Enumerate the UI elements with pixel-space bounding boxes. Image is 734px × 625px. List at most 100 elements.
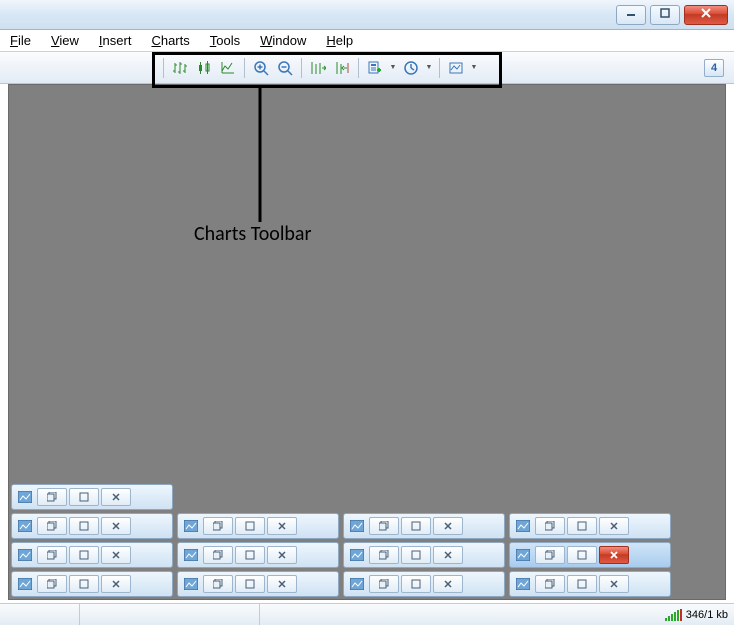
chart-window-icon <box>15 517 35 535</box>
minimized-chart-window[interactable] <box>177 571 339 597</box>
titlebar <box>0 0 734 30</box>
menu-charts[interactable]: Charts <box>151 33 189 48</box>
zoom-out-icon <box>277 60 293 76</box>
mini-maximize-button[interactable] <box>401 546 431 564</box>
chart-window-icon <box>181 546 201 564</box>
minimized-chart-window[interactable] <box>343 513 505 539</box>
close-icon <box>700 7 712 22</box>
mini-close-button[interactable] <box>599 546 629 564</box>
toolbar-right: 4 <box>704 59 724 77</box>
minimized-chart-window[interactable] <box>11 542 173 568</box>
templates-button[interactable] <box>445 57 467 79</box>
chart-window-icon <box>513 517 533 535</box>
minimized-chart-window[interactable] <box>11 513 173 539</box>
mini-maximize-button[interactable] <box>235 517 265 535</box>
menu-help[interactable]: Help <box>326 33 353 48</box>
mini-restore-button[interactable] <box>37 517 67 535</box>
mini-close-button[interactable] <box>101 488 131 506</box>
mini-close-button[interactable] <box>101 517 131 535</box>
minimized-chart-window[interactable] <box>177 542 339 568</box>
menu-view[interactable]: View <box>51 33 79 48</box>
periods-icon <box>403 60 419 76</box>
line-chart-button[interactable] <box>217 57 239 79</box>
mini-close-button[interactable] <box>101 546 131 564</box>
connection-status[interactable]: 346/1 kb <box>659 604 734 625</box>
mini-maximize-button[interactable] <box>69 488 99 506</box>
templates-icon <box>448 60 464 76</box>
chart-shift-button[interactable] <box>331 57 353 79</box>
notifications-badge[interactable]: 4 <box>704 59 724 77</box>
indicators-button[interactable] <box>364 57 386 79</box>
mini-restore-button[interactable] <box>535 517 565 535</box>
minimized-chart-window[interactable] <box>509 571 671 597</box>
mini-restore-button[interactable] <box>369 546 399 564</box>
indicators-dropdown[interactable]: ▼ <box>388 57 398 79</box>
minimized-chart-window[interactable] <box>343 542 505 568</box>
mini-maximize-button[interactable] <box>235 546 265 564</box>
zoom-out-button[interactable] <box>274 57 296 79</box>
mini-close-button[interactable] <box>599 575 629 593</box>
menu-window[interactable]: Window <box>260 33 306 48</box>
traffic-label: 346/1 kb <box>686 609 728 621</box>
mini-close-button[interactable] <box>267 575 297 593</box>
candlestick-button[interactable] <box>193 57 215 79</box>
mini-close-button[interactable] <box>433 575 463 593</box>
charts-toolbar: ▼ ▼ ▼ 4 <box>0 52 734 84</box>
minimized-chart-window[interactable] <box>177 513 339 539</box>
mini-restore-button[interactable] <box>535 575 565 593</box>
mini-restore-button[interactable] <box>37 575 67 593</box>
periods-dropdown[interactable]: ▼ <box>424 57 434 79</box>
auto-scroll-icon <box>310 60 326 76</box>
mini-maximize-button[interactable] <box>69 575 99 593</box>
bar-chart-button[interactable] <box>169 57 191 79</box>
indicators-icon <box>367 60 383 76</box>
minimized-chart-window[interactable] <box>11 484 173 510</box>
chart-window-icon <box>181 575 201 593</box>
mini-close-button[interactable] <box>433 546 463 564</box>
chart-window-icon <box>347 546 367 564</box>
mini-maximize-button[interactable] <box>69 546 99 564</box>
minimized-chart-window-active[interactable] <box>509 542 671 568</box>
window-controls <box>616 5 728 25</box>
menu-insert[interactable]: Insert <box>99 33 132 48</box>
mini-maximize-button[interactable] <box>567 546 597 564</box>
maximize-button[interactable] <box>650 5 680 25</box>
mini-maximize-button[interactable] <box>69 517 99 535</box>
mini-close-button[interactable] <box>599 517 629 535</box>
menu-tools[interactable]: Tools <box>210 33 240 48</box>
chart-window-icon <box>15 546 35 564</box>
mini-maximize-button[interactable] <box>235 575 265 593</box>
close-button[interactable] <box>684 5 728 25</box>
mini-close-button[interactable] <box>267 546 297 564</box>
minimized-chart-window[interactable] <box>343 571 505 597</box>
maximize-icon <box>660 8 670 21</box>
minimize-button[interactable] <box>616 5 646 25</box>
mini-maximize-button[interactable] <box>567 575 597 593</box>
zoom-in-button[interactable] <box>250 57 272 79</box>
mini-close-button[interactable] <box>267 517 297 535</box>
mini-maximize-button[interactable] <box>401 575 431 593</box>
mini-restore-button[interactable] <box>369 575 399 593</box>
minimized-chart-window[interactable] <box>509 513 671 539</box>
mini-restore-button[interactable] <box>203 517 233 535</box>
mini-restore-button[interactable] <box>203 575 233 593</box>
mini-restore-button[interactable] <box>37 546 67 564</box>
mini-restore-button[interactable] <box>203 546 233 564</box>
mini-restore-button[interactable] <box>369 517 399 535</box>
mini-close-button[interactable] <box>433 517 463 535</box>
status-cell <box>0 604 80 625</box>
menu-file[interactable]: File <box>10 33 31 48</box>
chart-window-icon <box>513 546 533 564</box>
chart-shift-icon <box>334 60 350 76</box>
auto-scroll-button[interactable] <box>307 57 329 79</box>
mini-restore-button[interactable] <box>37 488 67 506</box>
mini-maximize-button[interactable] <box>401 517 431 535</box>
mini-restore-button[interactable] <box>535 546 565 564</box>
minimized-chart-window[interactable] <box>11 571 173 597</box>
chart-window-icon <box>15 575 35 593</box>
templates-dropdown[interactable]: ▼ <box>469 57 479 79</box>
periods-button[interactable] <box>400 57 422 79</box>
connection-bars-icon <box>665 609 682 621</box>
mini-maximize-button[interactable] <box>567 517 597 535</box>
mini-close-button[interactable] <box>101 575 131 593</box>
